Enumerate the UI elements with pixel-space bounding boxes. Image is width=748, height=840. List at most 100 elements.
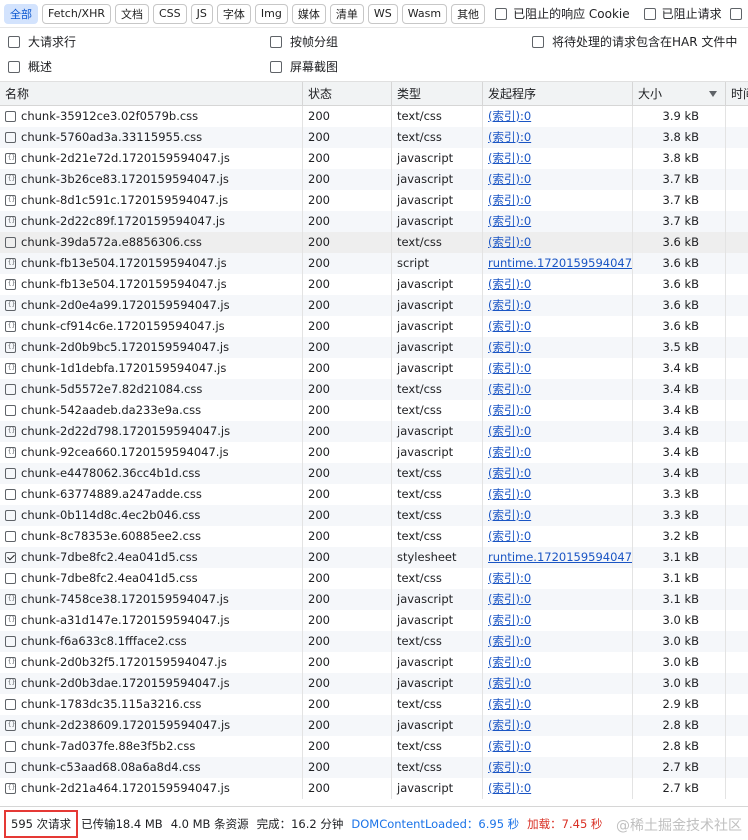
- filter-chip-doc[interactable]: 文档: [114, 3, 149, 24]
- initiator-link[interactable]: (索引):0: [488, 718, 531, 732]
- column-header-status[interactable]: 状态: [303, 82, 392, 106]
- initiator-link[interactable]: (索引):0: [488, 739, 531, 753]
- table-row[interactable]: chunk-7dbe8fc2.4ea041d5.css 200 stylesheet…: [0, 547, 748, 568]
- column-header-size[interactable]: 大小: [633, 82, 726, 106]
- column-header-name[interactable]: 名称: [0, 82, 303, 106]
- table-row[interactable]: chunk-cf914c6e.1720159594047.js 200javasc…: [0, 316, 748, 337]
- screenshots-checkbox[interactable]: 屏幕截图: [270, 58, 338, 75]
- table-row[interactable]: chunk-c53aad68.08a6a8d4.css 200 text/css (索…: [0, 757, 748, 778]
- table-row[interactable]: chunk-2d0b3dae.1720159594047.js 200javasc…: [0, 673, 748, 694]
- filter-chip-manifest[interactable]: 清单: [329, 3, 364, 24]
- column-header-initiator[interactable]: 发起程序: [483, 82, 633, 106]
- initiator-link[interactable]: (索引):0: [488, 487, 531, 501]
- initiator-link[interactable]: runtime.1720159594047.js:1: [488, 550, 632, 564]
- initiator-link[interactable]: (索引):0: [488, 214, 531, 228]
- table-row[interactable]: chunk-5d5572e7.82d21084.css 200 text/css (索…: [0, 379, 748, 400]
- initiator-link[interactable]: (索引):0: [488, 466, 531, 480]
- table-row[interactable]: chunk-5760ad3a.33115955.css 200 text/css (索…: [0, 127, 748, 148]
- table-row[interactable]: chunk-3b26ce83.1720159594047.js 200javasc…: [0, 169, 748, 190]
- third-party-checkbox[interactable]: 第: [729, 5, 748, 22]
- initiator-link[interactable]: (索引):0: [488, 235, 531, 249]
- filter-chip-all[interactable]: 全部: [4, 3, 38, 24]
- column-header-time[interactable]: 时间: [726, 82, 748, 106]
- script-file-icon: [5, 254, 16, 272]
- blocked-cookie-checkbox[interactable]: 已阻止的响应 Cookie: [495, 5, 630, 22]
- initiator-link[interactable]: (索引):0: [488, 697, 531, 711]
- initiator-link[interactable]: (索引):0: [488, 655, 531, 669]
- table-row[interactable]: chunk-e4478062.36cc4b1d.css 200 text/css (索…: [0, 463, 748, 484]
- blocked-requests-checkbox[interactable]: 已阻止请求: [643, 5, 722, 22]
- filter-chip-js[interactable]: JS: [190, 3, 213, 24]
- initiator-link[interactable]: (索引):0: [488, 445, 531, 459]
- table-row[interactable]: chunk-8c78353e.60885ee2.css 200 text/css (索…: [0, 526, 748, 547]
- initiator-link[interactable]: (索引):0: [488, 382, 531, 396]
- script-file-icon: [5, 317, 16, 335]
- filter-chip-media[interactable]: 媒体: [291, 3, 326, 24]
- table-row[interactable]: chunk-63774889.a247adde.css 200 text/css (索…: [0, 484, 748, 505]
- initiator-link[interactable]: (索引):0: [488, 508, 531, 522]
- table-row[interactable]: chunk-2d22c89f.1720159594047.js 200javasc…: [0, 211, 748, 232]
- table-row[interactable]: chunk-1783dc35.115a3216.css 200 text/css (索…: [0, 694, 748, 715]
- table-row[interactable]: chunk-2d21a464.1720159594047.js 200javasc…: [0, 778, 748, 799]
- table-row[interactable]: chunk-2d22d798.1720159594047.js 200javasc…: [0, 421, 748, 442]
- initiator-link[interactable]: (索引):0: [488, 424, 531, 438]
- table-row[interactable]: chunk-1d1debfa.1720159594047.js 200javasc…: [0, 358, 748, 379]
- cell-size: 2.8 kB: [633, 736, 726, 757]
- overview-checkbox[interactable]: 概述: [8, 58, 52, 75]
- table-row[interactable]: chunk-8d1c591c.1720159594047.js 200javasc…: [0, 190, 748, 211]
- initiator-link[interactable]: (索引):0: [488, 529, 531, 543]
- initiator-link[interactable]: (索引):0: [488, 193, 531, 207]
- table-row[interactable]: chunk-a31d147e.1720159594047.js 200javasc…: [0, 610, 748, 631]
- cell-size: 3.4 kB: [633, 358, 726, 379]
- filter-chip-img[interactable]: Img: [254, 3, 288, 24]
- include-pending-har-checkbox[interactable]: 将待处理的请求包含在HAR 文件中: [532, 33, 737, 50]
- initiator-link[interactable]: (索引):0: [488, 613, 531, 627]
- filter-chip-fetch-xhr[interactable]: Fetch/XHR: [42, 3, 111, 24]
- initiator-link[interactable]: (索引):0: [488, 172, 531, 186]
- table-row[interactable]: chunk-2d0b9bc5.1720159594047.js 200javasc…: [0, 337, 748, 358]
- initiator-link[interactable]: (索引):0: [488, 760, 531, 774]
- table-row[interactable]: chunk-7dbe8fc2.4ea041d5.css 200 text/css (索…: [0, 568, 748, 589]
- initiator-link[interactable]: (索引):0: [488, 676, 531, 690]
- table-row[interactable]: chunk-92cea660.1720159594047.js 200javasc…: [0, 442, 748, 463]
- request-name: chunk-a31d147e.1720159594047.js: [21, 613, 230, 627]
- initiator-link[interactable]: (索引):0: [488, 634, 531, 648]
- table-row[interactable]: chunk-39da572a.e8856306.css 200 text/css (索…: [0, 232, 748, 253]
- cell-name: chunk-39da572a.e8856306.css: [0, 232, 303, 253]
- filter-chip-font[interactable]: 字体: [216, 3, 251, 24]
- table-row[interactable]: chunk-0b114d8c.4ec2b046.css 200 text/css (索…: [0, 505, 748, 526]
- initiator-link[interactable]: (索引):0: [488, 151, 531, 165]
- initiator-link[interactable]: (索引):0: [488, 781, 531, 795]
- table-row[interactable]: chunk-2d238609.1720159594047.js 200javasc…: [0, 715, 748, 736]
- initiator-link[interactable]: (索引):0: [488, 319, 531, 333]
- initiator-link[interactable]: (索引):0: [488, 298, 531, 312]
- table-row[interactable]: chunk-7ad037fe.88e3f5b2.css 200 text/css (索…: [0, 736, 748, 757]
- filter-chip-ws[interactable]: WS: [367, 3, 398, 24]
- table-row[interactable]: chunk-35912ce3.02f0579b.css 200 text/css (索…: [0, 106, 748, 127]
- initiator-link[interactable]: (索引):0: [488, 571, 531, 585]
- filter-chip-other[interactable]: 其他: [451, 3, 486, 24]
- initiator-link[interactable]: (索引):0: [488, 109, 531, 123]
- group-by-frame-checkbox[interactable]: 按帧分组: [270, 33, 338, 50]
- filter-chip-css[interactable]: CSS: [152, 3, 187, 24]
- initiator-link[interactable]: (索引):0: [488, 403, 531, 417]
- initiator-link[interactable]: (索引):0: [488, 592, 531, 606]
- table-row[interactable]: chunk-542aadeb.da233e9a.css 200 text/css (索…: [0, 400, 748, 421]
- large-rows-checkbox[interactable]: 大请求行: [8, 33, 76, 50]
- request-name: chunk-fb13e504.1720159594047.js: [21, 277, 227, 291]
- table-row[interactable]: chunk-fb13e504.1720159594047.js 200javasc…: [0, 274, 748, 295]
- initiator-link[interactable]: (索引):0: [488, 340, 531, 354]
- table-row[interactable]: chunk-fb13e504.1720159594047.js 200script…: [0, 253, 748, 274]
- filter-chip-wasm[interactable]: Wasm: [401, 3, 448, 24]
- column-header-type[interactable]: 类型: [392, 82, 483, 106]
- initiator-link[interactable]: (索引):0: [488, 361, 531, 375]
- table-row[interactable]: chunk-f6a633c8.1fffacе2.css 200 text/css (索…: [0, 631, 748, 652]
- table-row[interactable]: chunk-7458ce38.1720159594047.js 200javasc…: [0, 589, 748, 610]
- initiator-link[interactable]: (索引):0: [488, 130, 531, 144]
- initiator-link[interactable]: (索引):0: [488, 277, 531, 291]
- request-name: chunk-2d21e72d.1720159594047.js: [21, 151, 230, 165]
- table-row[interactable]: chunk-2d21e72d.1720159594047.js 200javasc…: [0, 148, 748, 169]
- table-row[interactable]: chunk-2d0b32f5.1720159594047.js 200javasc…: [0, 652, 748, 673]
- table-row[interactable]: chunk-2d0e4a99.1720159594047.js 200javasc…: [0, 295, 748, 316]
- initiator-link[interactable]: runtime.1720159594047.js:1: [488, 256, 632, 270]
